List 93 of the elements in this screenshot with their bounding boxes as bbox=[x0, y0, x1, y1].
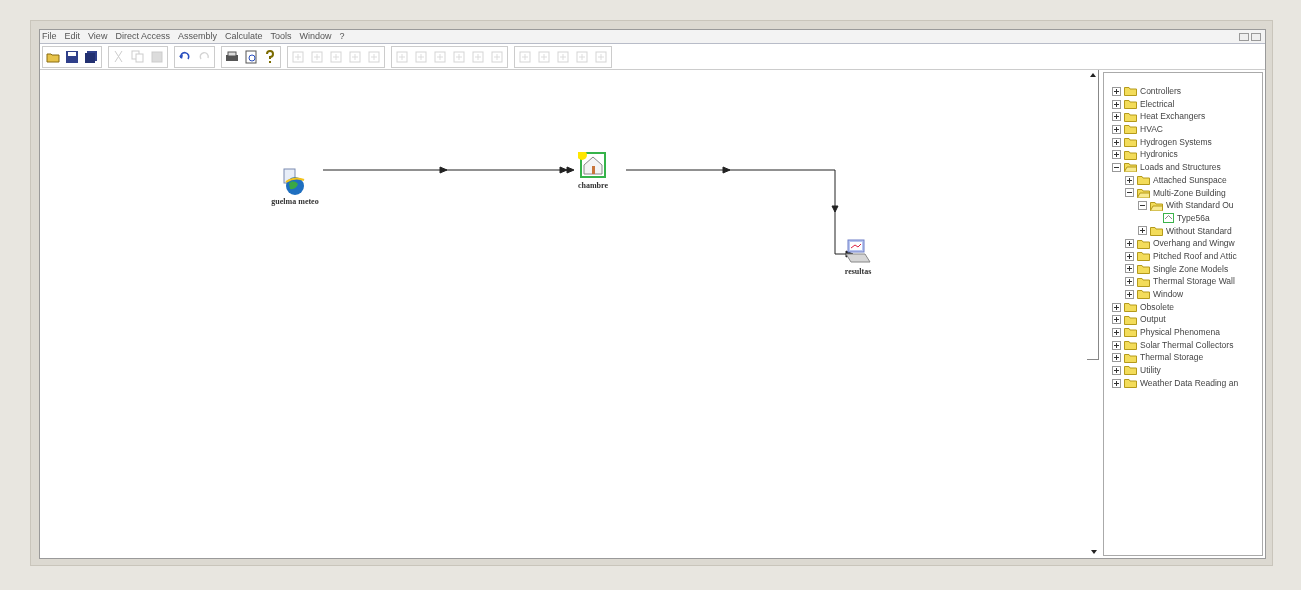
expand-icon[interactable] bbox=[1112, 137, 1121, 147]
tree-item[interactable]: Controllers bbox=[1140, 85, 1182, 98]
tree-item[interactable]: Electrical bbox=[1140, 97, 1175, 111]
expand-icon[interactable] bbox=[1125, 251, 1134, 261]
tree-item[interactable]: Type56a bbox=[1177, 211, 1210, 225]
menu-item[interactable]: View bbox=[88, 30, 108, 44]
tree-item[interactable]: Thermal Storage Wall bbox=[1153, 275, 1235, 288]
expand-icon[interactable] bbox=[1112, 340, 1121, 350]
tree-item[interactable]: Hydrogen Systems bbox=[1140, 135, 1212, 149]
tree-item[interactable]: Window bbox=[1153, 288, 1184, 301]
save-all-icon[interactable] bbox=[83, 48, 99, 65]
menu-item[interactable]: Edit bbox=[64, 30, 81, 44]
expand-icon[interactable] bbox=[1112, 150, 1121, 160]
expand-icon[interactable] bbox=[1112, 378, 1121, 388]
folder-icon bbox=[1137, 175, 1150, 186]
folder-icon bbox=[1124, 99, 1137, 110]
tree-item[interactable]: HVAC bbox=[1140, 123, 1163, 136]
expand-icon[interactable] bbox=[1138, 226, 1147, 236]
minimize-button[interactable] bbox=[1239, 32, 1249, 41]
folder-icon bbox=[1124, 352, 1137, 363]
component-label: guelma meteo bbox=[271, 196, 319, 208]
folder-icon bbox=[1137, 289, 1150, 300]
folder-icon bbox=[1124, 340, 1137, 351]
expand-icon[interactable] bbox=[1112, 302, 1121, 312]
house-icon bbox=[1163, 213, 1174, 224]
menu-item[interactable]: Calculate bbox=[224, 30, 263, 44]
expand-icon[interactable] bbox=[1125, 277, 1134, 287]
folder-icon bbox=[1124, 137, 1137, 148]
collapse-icon[interactable] bbox=[1112, 162, 1121, 172]
save-icon[interactable] bbox=[64, 48, 80, 65]
menu-item[interactable]: File bbox=[42, 30, 57, 44]
folder-icon bbox=[1124, 327, 1137, 338]
folder-icon bbox=[1124, 162, 1137, 173]
menu-item[interactable]: Direct Access bbox=[115, 30, 170, 44]
tree-item[interactable]: Attached Sunspace bbox=[1153, 173, 1227, 187]
scroll-down-icon[interactable] bbox=[1091, 550, 1097, 554]
house-icon[interactable] bbox=[578, 152, 608, 180]
folder-icon bbox=[1150, 225, 1163, 236]
folder-icon bbox=[1124, 314, 1137, 325]
tree-item[interactable]: Thermal Storage bbox=[1140, 351, 1204, 365]
component-label: chambre bbox=[577, 180, 609, 192]
tree-item[interactable]: Physical Phenomena bbox=[1140, 326, 1220, 339]
tree-item[interactable]: Utility bbox=[1140, 364, 1161, 377]
tree-item[interactable]: Overhang and Wingw bbox=[1153, 237, 1235, 250]
folder-icon bbox=[1150, 200, 1163, 211]
expand-icon[interactable] bbox=[1112, 327, 1121, 337]
close-button[interactable] bbox=[1251, 32, 1261, 41]
tree-item[interactable]: Output bbox=[1140, 313, 1166, 327]
folder-icon bbox=[1137, 187, 1150, 198]
folder-icon bbox=[1137, 238, 1150, 249]
menu-item[interactable]: Window bbox=[299, 30, 332, 44]
tree-item[interactable]: Obsolete bbox=[1140, 300, 1175, 314]
menu-item[interactable]: Tools bbox=[270, 30, 292, 44]
menu-item[interactable]: ? bbox=[339, 30, 345, 44]
tree-item[interactable]: Loads and Structures bbox=[1140, 161, 1221, 174]
component-label: resultas bbox=[844, 266, 872, 278]
folder-icon bbox=[1124, 302, 1137, 313]
computer-icon[interactable] bbox=[843, 238, 873, 266]
tree-item[interactable]: Multi-Zone Building bbox=[1153, 186, 1226, 200]
tree-item[interactable]: Weather Data Reading an bbox=[1140, 376, 1239, 390]
expand-icon[interactable] bbox=[1125, 239, 1134, 249]
folder-icon bbox=[1137, 251, 1150, 262]
folder-icon bbox=[1124, 124, 1137, 135]
scroll-up-icon[interactable] bbox=[1090, 73, 1096, 77]
tree-item[interactable]: Solar Thermal Collectors bbox=[1140, 338, 1234, 352]
tree-item[interactable]: Single Zone Models bbox=[1153, 262, 1229, 276]
folder-icon bbox=[1124, 111, 1137, 122]
tree-item[interactable]: Hydronics bbox=[1140, 148, 1178, 162]
expand-icon[interactable] bbox=[1112, 353, 1121, 363]
expand-icon[interactable] bbox=[1112, 99, 1121, 109]
folder-icon bbox=[1124, 149, 1137, 160]
folder-icon bbox=[1137, 263, 1150, 274]
folder-icon bbox=[1124, 365, 1137, 376]
collapse-icon[interactable] bbox=[1138, 201, 1147, 211]
tree-item[interactable]: Heat Exchangers bbox=[1140, 110, 1206, 124]
expand-icon[interactable] bbox=[1125, 264, 1134, 274]
expand-icon[interactable] bbox=[1112, 112, 1121, 122]
folder-icon bbox=[1124, 86, 1137, 97]
expand-icon[interactable] bbox=[1112, 365, 1121, 375]
expand-icon[interactable] bbox=[1112, 86, 1121, 96]
tree-item[interactable]: Without Standard bbox=[1166, 224, 1232, 238]
expand-icon[interactable] bbox=[1125, 175, 1134, 185]
scrollbar[interactable] bbox=[1087, 70, 1099, 360]
expand-icon[interactable] bbox=[1112, 315, 1121, 325]
expand-icon[interactable] bbox=[1125, 289, 1134, 299]
expand-icon[interactable] bbox=[1112, 124, 1121, 134]
preview-icon[interactable] bbox=[243, 48, 259, 65]
tree-item[interactable]: With Standard Ou bbox=[1166, 199, 1234, 212]
collapse-icon[interactable] bbox=[1125, 188, 1134, 198]
menu-item[interactable]: Assembly bbox=[177, 30, 217, 44]
folder-icon bbox=[1137, 276, 1150, 287]
tree-item[interactable]: Pitched Roof and Attic bbox=[1153, 249, 1237, 263]
folder-icon bbox=[1124, 378, 1137, 389]
